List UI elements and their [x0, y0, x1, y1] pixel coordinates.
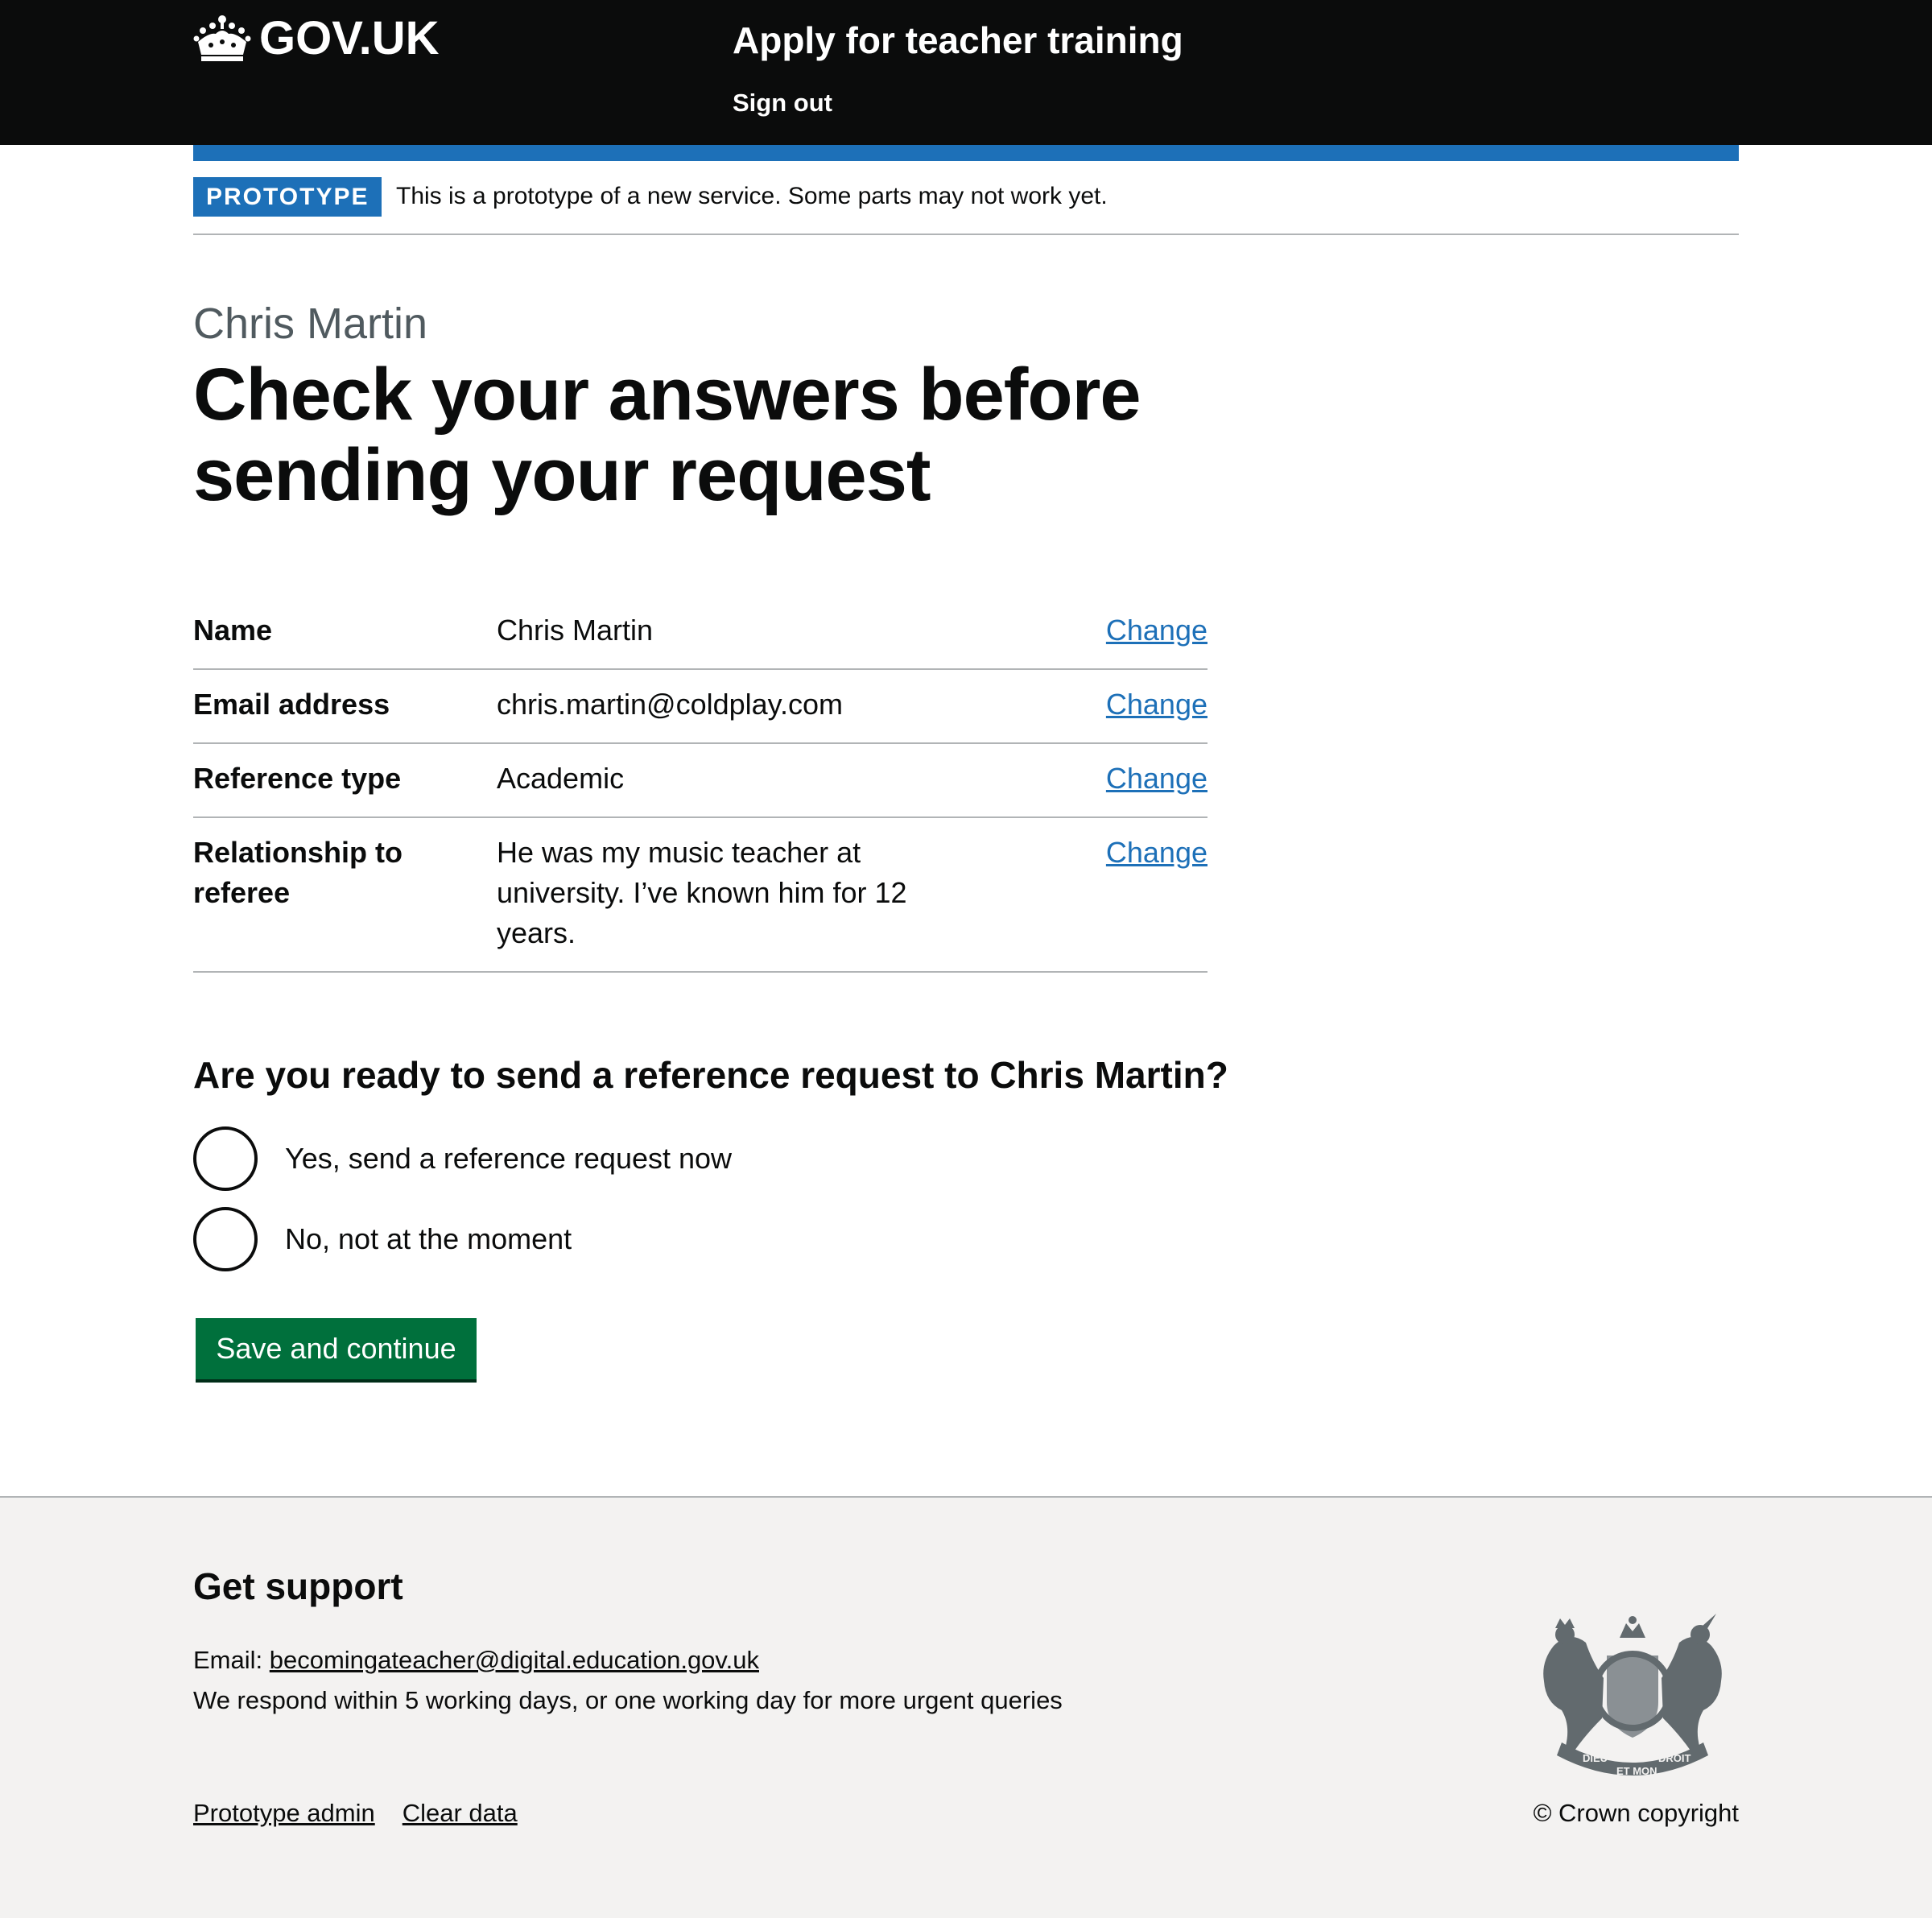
footer-response-text: We respond within 5 working days, or one…: [193, 1686, 1063, 1714]
change-relationship-link[interactable]: Change: [1106, 833, 1208, 873]
radio-question: Are you ready to send a reference reques…: [193, 1054, 1228, 1096]
radio-button[interactable]: [193, 1126, 258, 1191]
radio-label[interactable]: Yes, send a reference request now: [285, 1139, 732, 1179]
crest-motto-left: DIEU: [1583, 1752, 1608, 1764]
save-and-continue-button[interactable]: Save and continue: [196, 1318, 477, 1379]
service-name[interactable]: Apply for teacher training: [733, 18, 1183, 63]
site-header: GOV.UK Apply for teacher training Sign o…: [0, 0, 1932, 145]
govuk-logo-link[interactable]: GOV.UK: [193, 14, 439, 63]
change-reference-type-link[interactable]: Change: [1106, 759, 1208, 799]
summary-key: Name: [193, 614, 273, 647]
change-name-link[interactable]: Change: [1106, 610, 1208, 651]
phase-banner: PROTOTYPE This is a prototype of a new s…: [193, 177, 1739, 235]
crown-icon: [193, 15, 251, 61]
summary-key: Relationship to referee: [193, 836, 402, 909]
govuk-logo-text: GOV.UK: [259, 12, 440, 64]
summary-row-name: Name Chris Martin Change: [193, 596, 1208, 670]
summary-row-email: Email address chris.martin@coldplay.com …: [193, 670, 1208, 744]
clear-data-link[interactable]: Clear data: [402, 1799, 518, 1827]
footer-email-link[interactable]: becomingateacher@digital.education.gov.u…: [270, 1646, 759, 1674]
page-title: Check your answers before sending your r…: [193, 353, 1141, 516]
summary-key: Email address: [193, 688, 390, 721]
summary-row-relationship: Relationship to referee He was my music …: [193, 818, 1208, 973]
radio-option-no[interactable]: No, not at the moment: [193, 1207, 572, 1271]
summary-value: chris.martin@coldplay.com: [497, 688, 843, 721]
royal-coat-of-arms-icon: DIEU ET MON DROIT: [1543, 1614, 1722, 1777]
footer-links: Prototype admin Clear data: [193, 1796, 545, 1831]
page-caption: Chris Martin: [193, 300, 428, 348]
summary-list: Name Chris Martin Change Email address c…: [193, 596, 1208, 973]
summary-row-reference-type: Reference type Academic Change: [193, 744, 1208, 818]
crown-copyright-link[interactable]: © Crown copyright: [1534, 1796, 1739, 1831]
change-email-link[interactable]: Change: [1106, 684, 1208, 725]
summary-value: Academic: [497, 762, 625, 795]
summary-value: He was my music teacher at university. I…: [497, 836, 907, 949]
footer-email-line: Email: becomingateacher@digital.educatio…: [193, 1643, 759, 1678]
prototype-admin-link[interactable]: Prototype admin: [193, 1799, 375, 1827]
radio-button[interactable]: [193, 1207, 258, 1271]
summary-value: Chris Martin: [497, 614, 654, 647]
sign-out-link[interactable]: Sign out: [733, 87, 832, 119]
site-footer: Get support Email: becomingateacher@digi…: [0, 1496, 1932, 1918]
footer-heading: Get support: [193, 1565, 403, 1607]
footer-email-label: Email:: [193, 1646, 270, 1674]
phase-text: This is a prototype of a new service. So…: [396, 183, 1108, 209]
summary-key: Reference type: [193, 762, 402, 795]
crest-motto-right: DROIT: [1658, 1752, 1691, 1764]
radio-option-yes[interactable]: Yes, send a reference request now: [193, 1126, 732, 1191]
crest-motto-centre: ET MON: [1616, 1765, 1657, 1777]
radio-label[interactable]: No, not at the moment: [285, 1219, 572, 1259]
header-blue-bar: [193, 145, 1739, 161]
phase-tag: PROTOTYPE: [193, 177, 382, 217]
